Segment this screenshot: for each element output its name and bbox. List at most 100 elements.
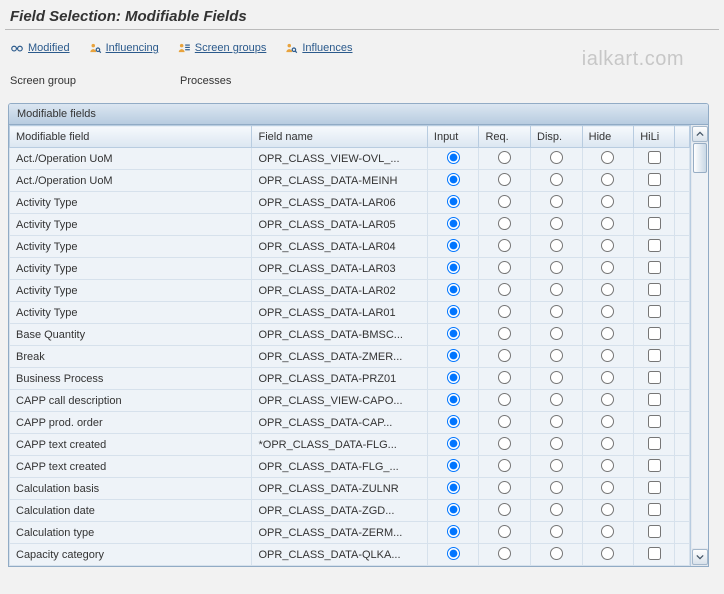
radio-disp[interactable] [550,305,563,318]
radio-disp[interactable] [550,283,563,296]
checkbox-hili[interactable] [648,217,661,230]
radio-input[interactable] [447,459,460,472]
radio-disp[interactable] [550,327,563,340]
checkbox-hili[interactable] [648,415,661,428]
checkbox-hili[interactable] [648,371,661,384]
radio-disp[interactable] [550,503,563,516]
radio-hide[interactable] [601,459,614,472]
checkbox-hili[interactable] [648,525,661,538]
radio-disp[interactable] [550,151,563,164]
col-header-req[interactable]: Req. [479,126,531,148]
radio-req[interactable] [498,525,511,538]
radio-input[interactable] [447,151,460,164]
radio-disp[interactable] [550,481,563,494]
radio-req[interactable] [498,393,511,406]
radio-req[interactable] [498,261,511,274]
radio-disp[interactable] [550,261,563,274]
radio-input[interactable] [447,349,460,362]
radio-req[interactable] [498,217,511,230]
radio-req[interactable] [498,481,511,494]
radio-hide[interactable] [601,437,614,450]
radio-disp[interactable] [550,371,563,384]
table-row[interactable]: Act./Operation UoMOPR_CLASS_DATA-MEINH [10,170,690,192]
table-row[interactable]: Business ProcessOPR_CLASS_DATA-PRZ01 [10,368,690,390]
radio-input[interactable] [447,503,460,516]
checkbox-hili[interactable] [648,459,661,472]
scroll-up-button[interactable] [692,126,708,142]
table-row[interactable]: CAPP prod. orderOPR_CLASS_DATA-CAP... [10,412,690,434]
radio-req[interactable] [498,371,511,384]
radio-disp[interactable] [550,415,563,428]
radio-disp[interactable] [550,547,563,560]
radio-hide[interactable] [601,305,614,318]
col-header-field[interactable]: Modifiable field [10,126,252,148]
checkbox-hili[interactable] [648,239,661,252]
radio-input[interactable] [447,525,460,538]
modified-button[interactable]: Modified [10,41,70,55]
scroll-thumb[interactable] [693,143,707,173]
table-row[interactable]: Act./Operation UoMOPR_CLASS_VIEW-OVL_... [10,148,690,170]
checkbox-hili[interactable] [648,349,661,362]
radio-input[interactable] [447,481,460,494]
radio-req[interactable] [498,239,511,252]
radio-req[interactable] [498,195,511,208]
radio-disp[interactable] [550,437,563,450]
checkbox-hili[interactable] [648,195,661,208]
radio-hide[interactable] [601,151,614,164]
table-row[interactable]: CAPP call descriptionOPR_CLASS_VIEW-CAPO… [10,390,690,412]
radio-disp[interactable] [550,217,563,230]
checkbox-hili[interactable] [648,283,661,296]
radio-hide[interactable] [601,173,614,186]
radio-input[interactable] [447,173,460,186]
influences-button[interactable]: Influences [284,41,352,55]
table-row[interactable]: Activity TypeOPR_CLASS_DATA-LAR06 [10,192,690,214]
radio-req[interactable] [498,283,511,296]
table-row[interactable]: Activity TypeOPR_CLASS_DATA-LAR02 [10,280,690,302]
radio-input[interactable] [447,437,460,450]
radio-req[interactable] [498,151,511,164]
radio-hide[interactable] [601,349,614,362]
radio-req[interactable] [498,173,511,186]
col-header-disp[interactable]: Disp. [531,126,583,148]
scroll-down-button[interactable] [692,549,708,565]
radio-input[interactable] [447,415,460,428]
radio-disp[interactable] [550,239,563,252]
radio-hide[interactable] [601,415,614,428]
radio-hide[interactable] [601,503,614,516]
radio-disp[interactable] [550,459,563,472]
radio-hide[interactable] [601,195,614,208]
radio-input[interactable] [447,283,460,296]
radio-input[interactable] [447,239,460,252]
checkbox-hili[interactable] [648,503,661,516]
radio-hide[interactable] [601,371,614,384]
radio-hide[interactable] [601,547,614,560]
scroll-track[interactable] [692,143,708,548]
radio-req[interactable] [498,547,511,560]
checkbox-hili[interactable] [648,437,661,450]
screen-groups-button[interactable]: Screen groups [177,41,267,55]
radio-hide[interactable] [601,239,614,252]
table-row[interactable]: Activity TypeOPR_CLASS_DATA-LAR01 [10,302,690,324]
checkbox-hili[interactable] [648,151,661,164]
radio-hide[interactable] [601,261,614,274]
radio-input[interactable] [447,393,460,406]
col-header-hide[interactable]: Hide [582,126,634,148]
radio-req[interactable] [498,349,511,362]
vertical-scrollbar[interactable] [690,125,708,566]
checkbox-hili[interactable] [648,547,661,560]
radio-hide[interactable] [601,481,614,494]
radio-input[interactable] [447,547,460,560]
checkbox-hili[interactable] [648,173,661,186]
radio-disp[interactable] [550,173,563,186]
radio-input[interactable] [447,217,460,230]
radio-input[interactable] [447,261,460,274]
radio-input[interactable] [447,371,460,384]
radio-req[interactable] [498,327,511,340]
table-row[interactable]: CAPP text created*OPR_CLASS_DATA-FLG... [10,434,690,456]
table-row[interactable]: Calculation dateOPR_CLASS_DATA-ZGD... [10,500,690,522]
table-row[interactable]: Calculation basisOPR_CLASS_DATA-ZULNR [10,478,690,500]
radio-req[interactable] [498,459,511,472]
influencing-button[interactable]: Influencing [88,41,159,55]
table-row[interactable]: Activity TypeOPR_CLASS_DATA-LAR05 [10,214,690,236]
checkbox-hili[interactable] [648,261,661,274]
